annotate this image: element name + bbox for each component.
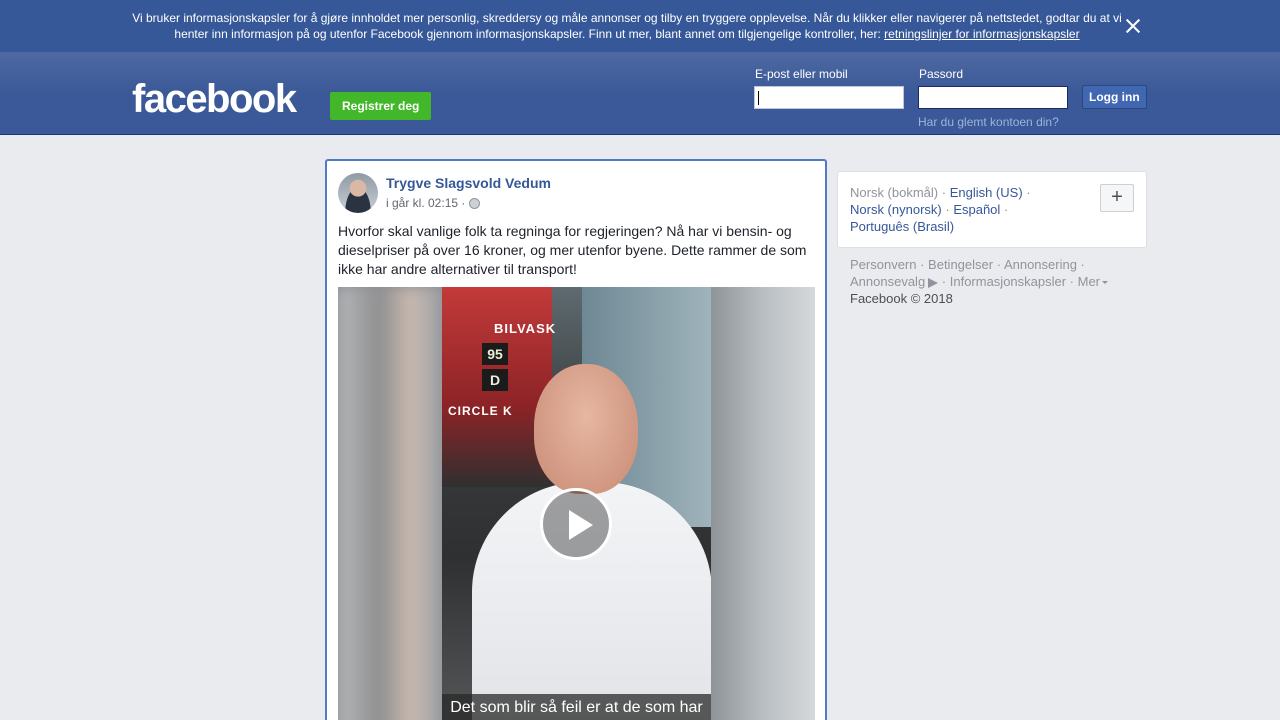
avatar[interactable] <box>338 173 378 213</box>
language-selector: Norsk (bokmål) · English (US) · Norsk (n… <box>837 171 1147 248</box>
post-text: Hvorfor skal vanlige folk ta regninga fo… <box>338 223 807 277</box>
login-button[interactable]: Logg inn <box>1082 85 1147 109</box>
language-current: Norsk (bokmål) <box>850 185 939 200</box>
price-d-sign: D <box>482 369 508 391</box>
bilvask-sign: BILVASK <box>494 321 557 336</box>
price-95-sign: 95 <box>482 343 508 365</box>
person-head <box>534 364 638 494</box>
globe-icon <box>469 197 481 209</box>
more-languages-button[interactable]: + <box>1100 184 1134 212</box>
post-author[interactable]: Trygve Slagsvold Vedum <box>386 175 551 191</box>
email-field[interactable] <box>754 86 904 109</box>
footer-link-personvern[interactable]: Personvern <box>850 257 916 272</box>
footer-link-annonsering[interactable]: Annonsering <box>1004 257 1077 272</box>
caret-down-icon <box>1102 281 1109 285</box>
video-blur-right <box>711 287 815 720</box>
register-button[interactable]: Registrer deg <box>330 92 432 120</box>
close-icon[interactable] <box>1121 14 1145 38</box>
language-list: Norsk (bokmål) · English (US) · Norsk (n… <box>850 185 1031 234</box>
footer-link-annonsevalg[interactable]: Annonsevalg <box>850 274 925 289</box>
copyright: Facebook © 2018 <box>850 291 953 306</box>
cookie-banner: Vi bruker informasjonskapsler for å gjør… <box>0 0 1280 52</box>
play-icon[interactable] <box>540 488 612 560</box>
facebook-logo[interactable]: facebook <box>132 74 297 124</box>
email-label: E-post eller mobil <box>755 67 848 81</box>
password-label: Passord <box>919 67 964 81</box>
text-caret <box>758 91 759 105</box>
post-timestamp[interactable]: i går kl. 02:15 · <box>386 196 465 210</box>
cookie-banner-text: Vi bruker informasjonskapsler for å gjør… <box>132 10 1122 42</box>
language-nynorsk[interactable]: Norsk (nynorsk) <box>850 202 942 217</box>
password-field[interactable] <box>918 86 1068 109</box>
footer-links: Personvern · Betingelser · Annonsering ·… <box>850 256 1130 307</box>
top-header: facebook Registrer deg E-post eller mobi… <box>0 52 1280 135</box>
post-meta: i går kl. 02:15 · <box>386 196 481 210</box>
language-english-us[interactable]: English (US) <box>950 185 1023 200</box>
video-blur-left <box>338 287 442 720</box>
post-video[interactable]: BILVASK 95 D CIRCLE K Det som blir så fe… <box>338 287 815 720</box>
footer-link-informasjonskapsler[interactable]: Informasjonskapsler <box>950 274 1066 289</box>
adchoices-icon <box>928 277 939 288</box>
post-card: Trygve Slagsvold Vedum i går kl. 02:15 ·… <box>325 159 827 720</box>
language-portugues[interactable]: Português (Brasil) <box>850 219 954 234</box>
language-espanol[interactable]: Español <box>953 202 1000 217</box>
circle-k-sign: CIRCLE K <box>448 404 513 418</box>
forgot-account-link[interactable]: Har du glemt kontoen din? <box>918 115 1059 129</box>
footer-link-mer[interactable]: Mer <box>1078 274 1100 289</box>
cookie-policy-link[interactable]: retningslinjer for informasjonskapsler <box>884 27 1079 41</box>
video-subtitle: Det som blir så feil er at de som har <box>442 694 711 720</box>
footer-link-betingelser[interactable]: Betingelser <box>928 257 993 272</box>
